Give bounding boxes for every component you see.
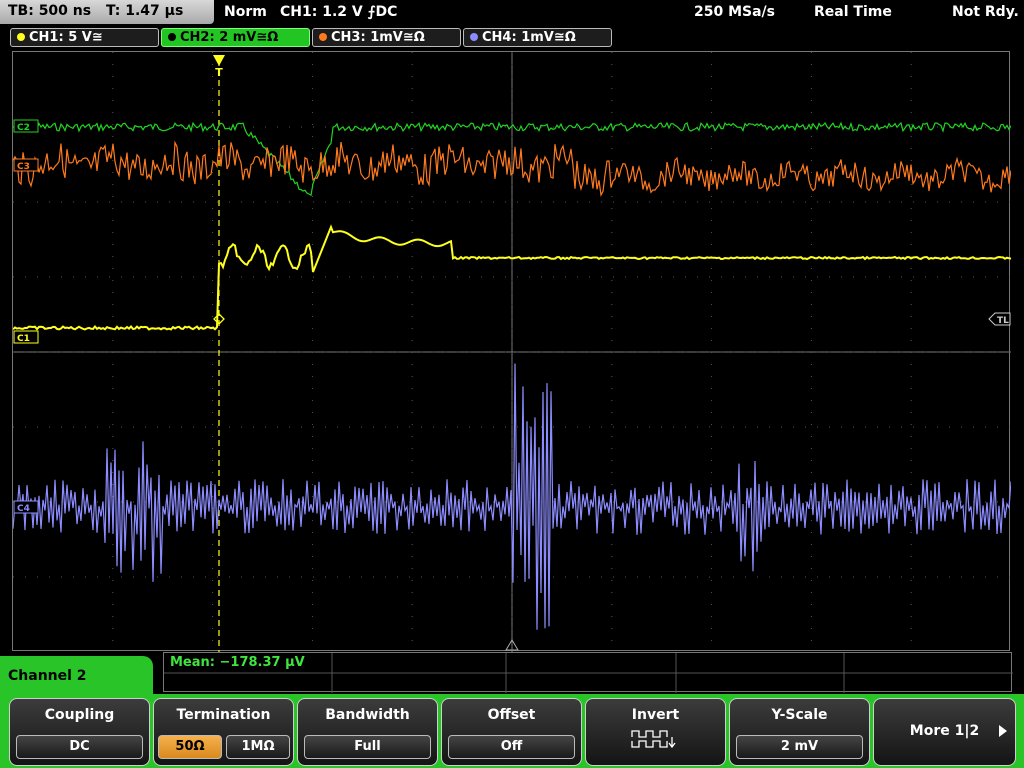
ch4-level-marker[interactable]: C4 [13,500,39,514]
offset-title: Offset [487,707,536,723]
more-softkey[interactable]: More 1|2 [873,698,1016,766]
ch2-label: CH2: 2 mV≅Ω [180,30,279,45]
coupling-value[interactable]: DC [16,735,143,759]
play-arrow-icon [999,725,1007,737]
tab-ch1[interactable]: CH1: 5 V≅ [10,28,159,47]
yscale-value[interactable]: 2 mV [736,735,863,759]
timebase-text: TB: 500 ns [8,3,92,19]
acquisition-mode[interactable]: Real Time [814,4,892,20]
measurement-dividers [164,653,1013,693]
status-bar: TB: 500 ns T: 1.47 µs Norm CH1: 1.2 V ⨍D… [0,0,1024,24]
tab-ch4[interactable]: CH4: 1mV≅Ω [463,28,612,47]
bandwidth-softkey[interactable]: Bandwidth Full [297,698,438,766]
trigger-marker-label: T [215,66,223,79]
yscale-title: Y-Scale [771,707,828,723]
trigger-status: Not Rdy. [952,4,1019,20]
svg-text:TL: TL [997,316,1009,326]
bandwidth-value[interactable]: Full [304,735,431,759]
svg-text:C4: C4 [17,504,30,514]
termination-softkey[interactable]: Termination 50Ω 1MΩ [153,698,294,766]
termination-1mohm-option[interactable]: 1MΩ [226,735,290,759]
termination-50ohm-option[interactable]: 50Ω [158,735,222,759]
waveform-display[interactable]: T C2 C3 C1 C4 TL [12,51,1011,652]
ch3-dot-icon [319,32,327,41]
trigger-info[interactable]: CH1: 1.2 V ⨍DC [280,4,397,20]
trigger-time-text: T: 1.47 µs [105,3,184,19]
ch4-dot-icon [470,32,478,41]
termination-title: Termination [176,707,271,723]
trigger-level-marker[interactable]: TL [988,312,1011,326]
ch3-level-marker[interactable]: C3 [13,158,39,172]
yscale-softkey[interactable]: Y-Scale 2 mV [729,698,870,766]
menu-title: Channel 2 [8,668,87,684]
coupling-softkey[interactable]: Coupling DC [9,698,150,766]
invert-title: Invert [631,707,680,723]
timebase-box[interactable]: TB: 500 ns T: 1.47 µs [0,0,214,24]
ch2-dot-icon [168,32,176,41]
waveform-svg: T C2 C3 C1 C4 TL [13,52,1011,652]
trigger-mode[interactable]: Norm [224,4,267,20]
invert-softkey[interactable]: Invert [585,698,726,766]
offset-value[interactable]: Off [448,735,575,759]
measurement-panel: Mean: −178.37 µV [163,652,1013,693]
offset-softkey[interactable]: Offset Off [441,698,582,766]
bandwidth-title: Bandwidth [325,707,410,723]
coupling-title: Coupling [44,707,115,723]
trigger-marker-icon[interactable] [213,55,225,66]
svg-text:C3: C3 [17,162,30,172]
ch4-label: CH4: 1mV≅Ω [482,30,576,45]
ch1-dot-icon [17,32,25,41]
ch1-label: CH1: 5 V≅ [29,30,103,45]
svg-text:C1: C1 [17,334,30,344]
sample-rate: 250 MSa/s [694,4,776,20]
more-label: More 1|2 [909,723,980,739]
ch2-level-marker[interactable]: C2 [13,119,39,133]
ch3-label: CH3: 1mV≅Ω [331,30,425,45]
tab-ch3[interactable]: CH3: 1mV≅Ω [312,28,461,47]
tab-ch2[interactable]: CH2: 2 mV≅Ω [161,28,310,47]
invert-square-wave-icon [631,730,676,749]
svg-text:C2: C2 [17,123,30,133]
menu-title-tab: Channel 2 [0,656,153,700]
ch1-level-marker[interactable]: C1 [13,330,39,344]
